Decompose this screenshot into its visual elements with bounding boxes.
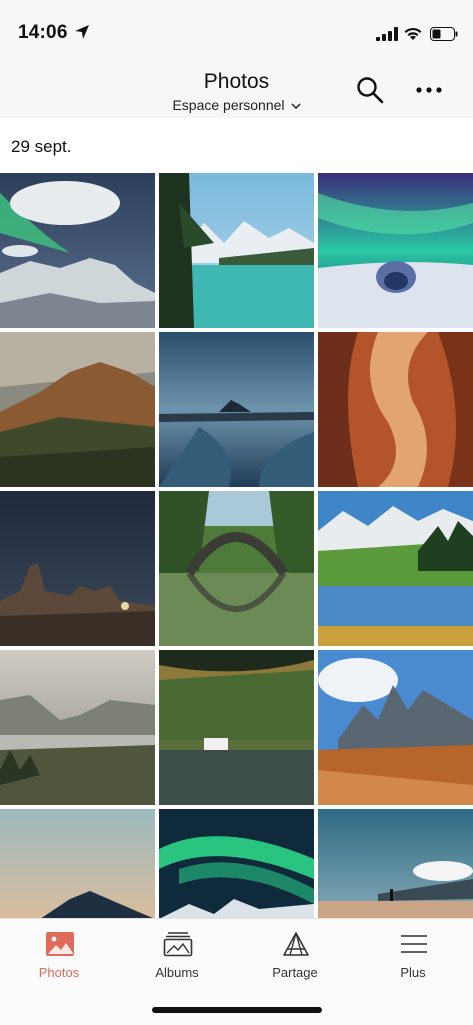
date-section-label: 29 sept. (11, 137, 72, 156)
status-time: 14:06 (18, 22, 68, 43)
photo-thumbnail[interactable] (318, 491, 473, 646)
photo-thumbnail[interactable] (159, 650, 314, 805)
tab-label: Plus (400, 965, 426, 980)
photo-grid (0, 173, 473, 918)
photo-thumbnail[interactable] (159, 809, 314, 918)
photo-thumbnail[interactable] (318, 650, 473, 805)
location-arrow-icon (75, 25, 89, 39)
albums-icon (163, 932, 193, 957)
cellular-signal-icon (376, 27, 398, 41)
photos-icon (46, 932, 74, 956)
tab-photos[interactable]: Photos (0, 919, 118, 989)
photo-thumbnail[interactable] (318, 173, 473, 328)
photo-thumbnail[interactable] (0, 650, 155, 805)
tab-label: Photos (38, 965, 80, 980)
tab-label: Partage (272, 965, 318, 980)
battery-icon (430, 27, 458, 41)
tab-more[interactable]: Plus (354, 919, 472, 989)
wifi-icon (404, 27, 422, 40)
photo-thumbnail[interactable] (0, 332, 155, 487)
photo-thumbnail[interactable] (0, 173, 155, 328)
tab-share[interactable]: Partage (236, 919, 354, 989)
share-icon (283, 932, 309, 956)
home-indicator[interactable] (152, 1007, 322, 1013)
photo-thumbnail[interactable] (318, 332, 473, 487)
more-icon[interactable] (414, 80, 444, 100)
tab-albums[interactable]: Albums (118, 919, 236, 989)
space-selector-label: Espace personnel (172, 97, 285, 113)
photo-thumbnail[interactable] (0, 491, 155, 646)
space-selector[interactable]: Espace personnel (0, 97, 473, 113)
photo-thumbnail[interactable] (159, 491, 314, 646)
chevron-down-icon (291, 103, 301, 110)
tab-label: Albums (155, 965, 199, 980)
photo-thumbnail[interactable] (159, 332, 314, 487)
status-bar: 14:06 (0, 0, 473, 66)
page-title: Photos (203, 70, 270, 93)
header-bar: Photos Espace personnel (0, 66, 473, 118)
photo-thumbnail[interactable] (159, 173, 314, 328)
search-icon[interactable] (356, 76, 384, 104)
photo-thumbnail[interactable] (318, 809, 473, 918)
menu-icon (401, 935, 427, 953)
photo-thumbnail[interactable] (0, 809, 155, 918)
